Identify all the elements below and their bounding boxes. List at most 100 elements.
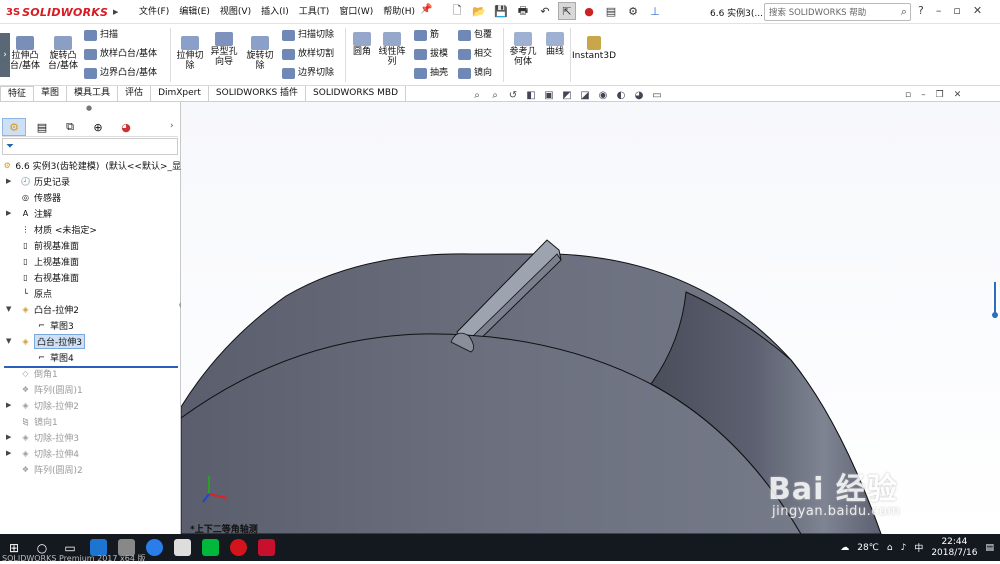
tree-item-annotations[interactable]: ▶ A 注解 bbox=[0, 205, 181, 221]
linear-pattern-button[interactable]: 线性阵 列 bbox=[376, 32, 408, 67]
minimize-icon[interactable]: – bbox=[936, 4, 942, 17]
feature-tree-tab-icon[interactable]: ⚙ bbox=[2, 118, 26, 136]
hide-show-items-icon[interactable]: ◉ bbox=[596, 89, 610, 101]
axis-icon[interactable]: ⊥ bbox=[646, 2, 664, 20]
tabs-scroll-icon[interactable]: › bbox=[170, 121, 174, 131]
notification-icon[interactable]: ▤ bbox=[985, 543, 994, 553]
loft-button[interactable]: 放样凸台/基体 bbox=[84, 48, 157, 60]
boundary-cut-button[interactable]: 边界切除 bbox=[282, 67, 334, 79]
expand-arrow-icon[interactable]: ▶ bbox=[6, 209, 14, 217]
doc-restore-icon[interactable]: ❐ bbox=[936, 90, 944, 100]
revolve-cut-button[interactable]: 旋转切 除 bbox=[244, 36, 276, 71]
previous-view-icon[interactable]: ↺ bbox=[506, 89, 520, 101]
mirror-button[interactable]: 镜向 bbox=[458, 67, 492, 79]
menu-insert[interactable]: 插入(I) bbox=[256, 5, 294, 19]
instant3d-button[interactable]: Instant3D bbox=[572, 36, 616, 61]
menu-file[interactable]: 文件(F) bbox=[134, 5, 174, 19]
rebuild-icon[interactable]: ● bbox=[580, 2, 598, 20]
menu-view[interactable]: 视图(V) bbox=[215, 5, 256, 19]
save-icon[interactable]: 💾 bbox=[492, 2, 510, 20]
doc-minimize-icon[interactable]: – bbox=[921, 90, 926, 100]
panel-grip-icon[interactable]: ● bbox=[86, 104, 92, 112]
tree-item-boss-extrude3[interactable]: ▼ ◈ 凸台-拉伸3 bbox=[0, 333, 181, 349]
tree-item-right-plane[interactable]: ▯ 右视基准面 bbox=[0, 269, 181, 285]
doc-tile-icon[interactable]: ▫ bbox=[905, 90, 911, 100]
tree-root[interactable]: ⚙ 6.6 实例3(齿轮建模) (默认<<默认>_显 bbox=[0, 157, 181, 173]
extrude-boss-button[interactable]: 拉伸凸 台/基体 bbox=[8, 36, 42, 71]
menu-edit[interactable]: 编辑(E) bbox=[174, 5, 215, 19]
select-pointer-icon[interactable]: ⇱ bbox=[558, 2, 576, 20]
tree-item-sensors[interactable]: ◎ 传感器 bbox=[0, 189, 181, 205]
loft-cut-button[interactable]: 放样切割 bbox=[282, 48, 334, 60]
iqiyi-icon[interactable] bbox=[196, 534, 224, 561]
undo-icon[interactable]: ↶ bbox=[536, 2, 554, 20]
open-icon[interactable]: 📂 bbox=[470, 2, 488, 20]
draft-button[interactable]: 拔模 bbox=[414, 48, 448, 60]
collapse-arrow-icon[interactable]: ▼ bbox=[6, 305, 14, 313]
print-icon[interactable]: 🖶 bbox=[514, 2, 532, 20]
revolve-boss-button[interactable]: 旋转凸 台/基体 bbox=[46, 36, 80, 71]
tree-item-cut-extrude4[interactable]: ▶ ◈ 切除-拉伸4 bbox=[0, 445, 181, 461]
tab-sketch[interactable]: 草图 bbox=[34, 86, 68, 101]
sweep-cut-button[interactable]: 扫描切除 bbox=[282, 29, 334, 41]
search-icon[interactable]: ⌕ bbox=[901, 5, 907, 19]
clock[interactable]: 22:44 2018/7/16 bbox=[931, 537, 977, 559]
doc-close-icon[interactable]: ✕ bbox=[954, 90, 962, 100]
ime-language[interactable]: 中 bbox=[914, 541, 923, 554]
extrude-cut-button[interactable]: 拉伸切 除 bbox=[174, 36, 206, 71]
tab-mbd[interactable]: SOLIDWORKS MBD bbox=[306, 86, 406, 101]
file-properties-icon[interactable]: ▤ bbox=[602, 2, 620, 20]
display-style-icon[interactable]: ◪ bbox=[578, 89, 592, 101]
dimxpert-manager-tab-icon[interactable]: ⊕ bbox=[86, 118, 110, 136]
section-view-icon[interactable]: ◧ bbox=[524, 89, 538, 101]
close-icon[interactable]: ✕ bbox=[973, 4, 982, 17]
zoom-slider[interactable] bbox=[992, 282, 998, 318]
tree-item-circular-pattern1[interactable]: ❖ 阵列(圆周)1 bbox=[0, 381, 181, 397]
expand-arrow-icon[interactable]: ▶ bbox=[6, 449, 14, 457]
filter-input[interactable]: ⏷ bbox=[2, 138, 178, 155]
expand-arrow-icon[interactable]: ▶ bbox=[6, 433, 14, 441]
new-document-icon[interactable]: 🗋 bbox=[448, 2, 466, 20]
intersect-button[interactable]: 相交 bbox=[458, 48, 492, 60]
tree-item-cut-extrude3[interactable]: ▶ ◈ 切除-拉伸3 bbox=[0, 429, 181, 445]
tree-item-material[interactable]: ⋮ 材质 <未指定> bbox=[0, 221, 181, 237]
tree-item-sketch4[interactable]: ⌐ 草图4 bbox=[0, 349, 181, 365]
fillet-button[interactable]: 圆角 bbox=[349, 32, 375, 57]
tree-item-origin[interactable]: └ 原点 bbox=[0, 285, 181, 301]
expand-menu-icon[interactable]: ▶ bbox=[113, 8, 118, 16]
property-manager-tab-icon[interactable]: ▤ bbox=[30, 118, 54, 136]
search-input[interactable]: 搜索 SOLIDWORKS 帮助 ⌕ bbox=[764, 3, 911, 21]
expand-arrow-icon[interactable]: ▶ bbox=[6, 177, 14, 185]
zoom-area-icon[interactable]: ⌕ bbox=[488, 89, 502, 101]
tree-item-cut-extrude2[interactable]: ▶ ◈ 切除-拉伸2 bbox=[0, 397, 181, 413]
solidworks-taskbar-icon[interactable] bbox=[252, 534, 280, 561]
edit-appearance-icon[interactable]: ◐ bbox=[614, 89, 628, 101]
mail-icon[interactable] bbox=[168, 534, 196, 561]
tab-features[interactable]: 特征 bbox=[0, 86, 35, 101]
zoom-to-fit-icon[interactable]: ⌕ bbox=[470, 89, 484, 101]
tree-item-circular-pattern2[interactable]: ❖ 阵列(圆周)2 bbox=[0, 461, 181, 477]
tree-item-sketch3[interactable]: ⌐ 草图3 bbox=[0, 317, 181, 333]
network-icon[interactable]: ⌂ bbox=[887, 543, 893, 553]
configuration-manager-tab-icon[interactable]: ⧉ bbox=[58, 118, 82, 136]
help-icon[interactable]: ? bbox=[918, 4, 924, 17]
opera-icon[interactable] bbox=[224, 534, 252, 561]
boundary-boss-button[interactable]: 边界凸台/基体 bbox=[84, 67, 157, 79]
tree-item-boss-extrude2[interactable]: ▼ ◈ 凸台-拉伸2 bbox=[0, 301, 181, 317]
menu-tools[interactable]: 工具(T) bbox=[294, 5, 335, 19]
restore-icon[interactable]: ▫ bbox=[953, 4, 960, 17]
tab-mold-tools[interactable]: 模具工具 bbox=[67, 86, 119, 101]
options-gear-icon[interactable]: ⚙ bbox=[624, 2, 642, 20]
solidworks-logo[interactable]: 3S SOLIDWORKS bbox=[6, 4, 108, 20]
curves-button[interactable]: 曲线 bbox=[542, 32, 568, 57]
tree-item-front-plane[interactable]: ▯ 前视基准面 bbox=[0, 237, 181, 253]
ribbon-expand-handle[interactable]: › bbox=[0, 33, 10, 77]
volume-icon[interactable]: ♪ bbox=[901, 543, 907, 553]
pin-icon[interactable]: 📌 bbox=[420, 4, 432, 15]
view-orientation-icon[interactable]: ◩ bbox=[560, 89, 574, 101]
menu-window[interactable]: 窗口(W) bbox=[334, 5, 378, 19]
tab-evaluate[interactable]: 评估 bbox=[118, 86, 152, 101]
reference-geometry-button[interactable]: 参考几 何体 bbox=[507, 32, 539, 67]
tab-dimxpert[interactable]: DimXpert bbox=[151, 86, 209, 101]
weather-cloud-icon[interactable]: ☁ bbox=[840, 543, 849, 553]
